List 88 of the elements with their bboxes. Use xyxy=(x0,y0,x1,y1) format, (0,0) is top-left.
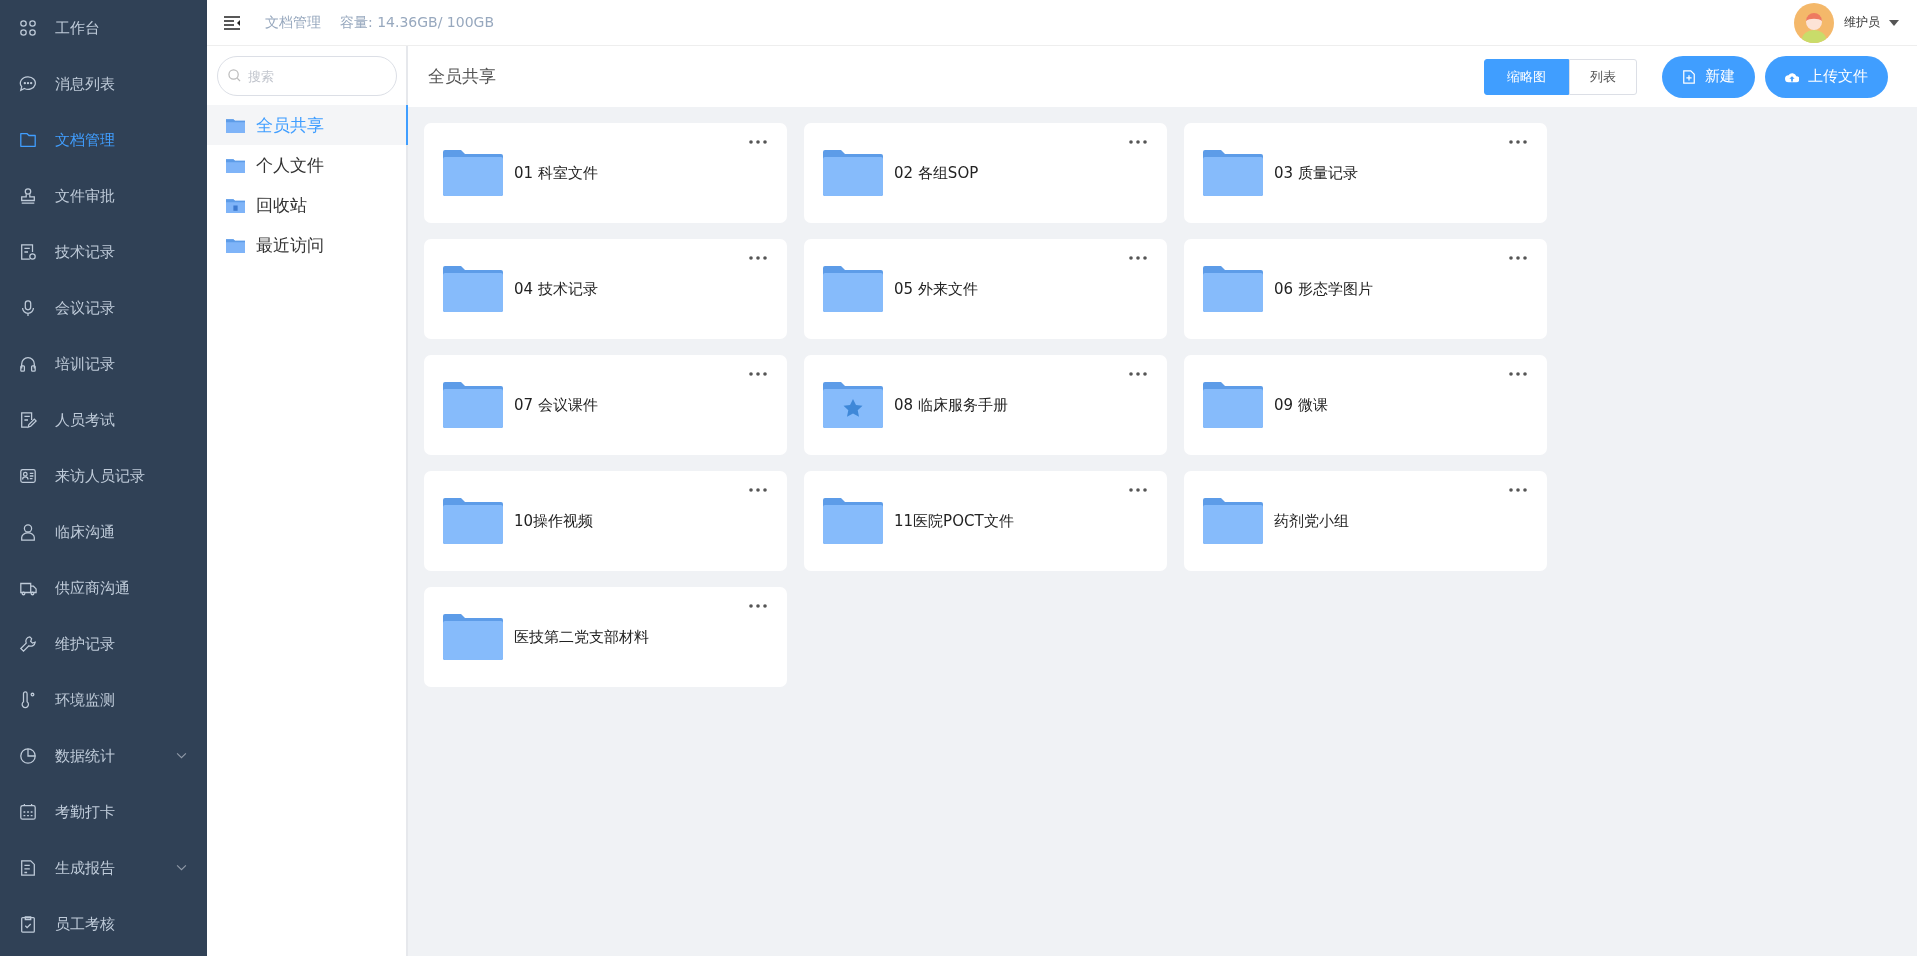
folder-card[interactable]: 11医院POCT文件 xyxy=(804,471,1167,571)
sidebar-item[interactable]: 数据统计 xyxy=(0,728,207,784)
sidebar-item[interactable]: 考勤打卡 xyxy=(0,784,207,840)
more-options-icon[interactable] xyxy=(749,140,767,144)
breadcrumb: 文档管理 xyxy=(265,13,321,32)
sidebar-item[interactable]: 文档管理 xyxy=(0,112,207,168)
more-options-icon[interactable] xyxy=(1509,140,1527,144)
more-options-icon[interactable] xyxy=(1509,256,1527,260)
sidebar-item[interactable]: 人员考试 xyxy=(0,392,207,448)
sidebar-item[interactable]: 环境监测 xyxy=(0,672,207,728)
user-name[interactable]: 维护员 xyxy=(1844,14,1880,31)
sidebar-item[interactable]: 会议记录 xyxy=(0,280,207,336)
grid-icon xyxy=(19,19,37,37)
more-options-icon[interactable] xyxy=(749,488,767,492)
folder-name: 03 质量记录 xyxy=(1274,163,1358,183)
menu-collapse-icon[interactable] xyxy=(224,15,240,30)
folder-name: 07 会议课件 xyxy=(514,395,598,415)
sidebar-item[interactable]: 培训记录 xyxy=(0,336,207,392)
sidebar-item[interactable]: 临床沟通 xyxy=(0,504,207,560)
folder-name: 医技第二党支部材料 xyxy=(514,627,649,647)
clipboard-check-icon xyxy=(19,915,37,933)
folder-tree-item[interactable]: 个人文件 xyxy=(207,145,408,185)
folder-card[interactable]: 05 外来文件 xyxy=(804,239,1167,339)
folder-card[interactable]: 08 临床服务手册 xyxy=(804,355,1167,455)
more-options-icon[interactable] xyxy=(749,256,767,260)
folder-card[interactable]: 07 会议课件 xyxy=(424,355,787,455)
section-title: 全员共享 xyxy=(428,65,496,88)
folder-icon xyxy=(226,237,245,253)
calendar-icon xyxy=(19,803,37,821)
folder-name: 05 外来文件 xyxy=(894,279,978,299)
folder-name: 09 微课 xyxy=(1274,395,1328,415)
folder-card[interactable]: 09 微课 xyxy=(1184,355,1547,455)
sidebar-item[interactable]: 员工考核 xyxy=(0,896,207,952)
folder-name: 01 科室文件 xyxy=(514,163,598,183)
document-icon xyxy=(19,859,37,877)
folder-tree-item[interactable]: 回收站 xyxy=(207,185,408,225)
folder-name: 10操作视频 xyxy=(514,511,594,531)
thermometer-icon xyxy=(19,691,37,709)
more-options-icon[interactable] xyxy=(749,372,767,376)
pencil-document-icon xyxy=(19,411,37,429)
folder-card[interactable]: 药剂党小组 xyxy=(1184,471,1547,571)
caret-down-icon[interactable] xyxy=(1889,19,1899,26)
headphones-icon xyxy=(19,355,37,373)
trash-folder-icon xyxy=(226,197,245,213)
more-options-icon[interactable] xyxy=(1129,140,1147,144)
folder-card[interactable]: 04 技术记录 xyxy=(424,239,787,339)
folder-icon xyxy=(226,117,245,133)
folder-card[interactable]: 医技第二党支部材料 xyxy=(424,587,787,687)
wrench-icon xyxy=(19,635,37,653)
sidebar-item[interactable]: 供应商沟通 xyxy=(0,560,207,616)
folder-name: 02 各组SOP xyxy=(894,163,979,183)
stamp-icon xyxy=(19,187,37,205)
folder-name: 药剂党小组 xyxy=(1274,511,1349,531)
folder-name: 04 技术记录 xyxy=(514,279,598,299)
microphone-icon xyxy=(19,299,37,317)
new-file-icon xyxy=(1682,69,1696,84)
more-options-icon[interactable] xyxy=(1129,488,1147,492)
folder-card[interactable]: 06 形态学图片 xyxy=(1184,239,1547,339)
sidebar-item[interactable]: 消息列表 xyxy=(0,56,207,112)
avatar-icon[interactable] xyxy=(1794,2,1834,43)
more-options-icon[interactable] xyxy=(1129,372,1147,376)
folder-icon xyxy=(226,157,245,173)
sidebar-item[interactable]: 技术记录 xyxy=(0,224,207,280)
folder-name: 08 临床服务手册 xyxy=(894,395,1008,415)
pie-chart-icon xyxy=(19,747,37,765)
folder-name: 06 形态学图片 xyxy=(1274,279,1373,299)
sidebar-item[interactable]: 来访人员记录 xyxy=(0,448,207,504)
folder-card[interactable]: 03 质量记录 xyxy=(1184,123,1547,223)
more-options-icon[interactable] xyxy=(1509,488,1527,492)
search-field[interactable]: 搜索 xyxy=(217,56,397,96)
sidebar-item[interactable]: 生成报告 xyxy=(0,840,207,896)
storage-capacity: 容量: 14.36GB/ 100GB xyxy=(340,13,495,32)
sidebar-item[interactable]: 文件审批 xyxy=(0,168,207,224)
folder-card[interactable]: 02 各组SOP xyxy=(804,123,1167,223)
folder-tree-item[interactable]: 最近访问 xyxy=(207,225,408,265)
folder-card[interactable]: 01 科室文件 xyxy=(424,123,787,223)
view-toggle-tab[interactable]: 列表 xyxy=(1569,58,1637,95)
chat-bubble-icon xyxy=(19,75,37,93)
more-options-icon[interactable] xyxy=(1129,256,1147,260)
document-clock-icon xyxy=(19,243,37,261)
sidebar-item[interactable]: 工作台 xyxy=(0,0,207,56)
more-options-icon[interactable] xyxy=(1509,372,1527,376)
folder-name: 11医院POCT文件 xyxy=(894,511,1014,531)
id-card-icon xyxy=(19,467,37,485)
folder-icon xyxy=(19,131,37,149)
folder-card[interactable]: 10操作视频 xyxy=(424,471,787,571)
more-options-icon[interactable] xyxy=(749,604,767,608)
sidebar-item[interactable]: 维护记录 xyxy=(0,616,207,672)
